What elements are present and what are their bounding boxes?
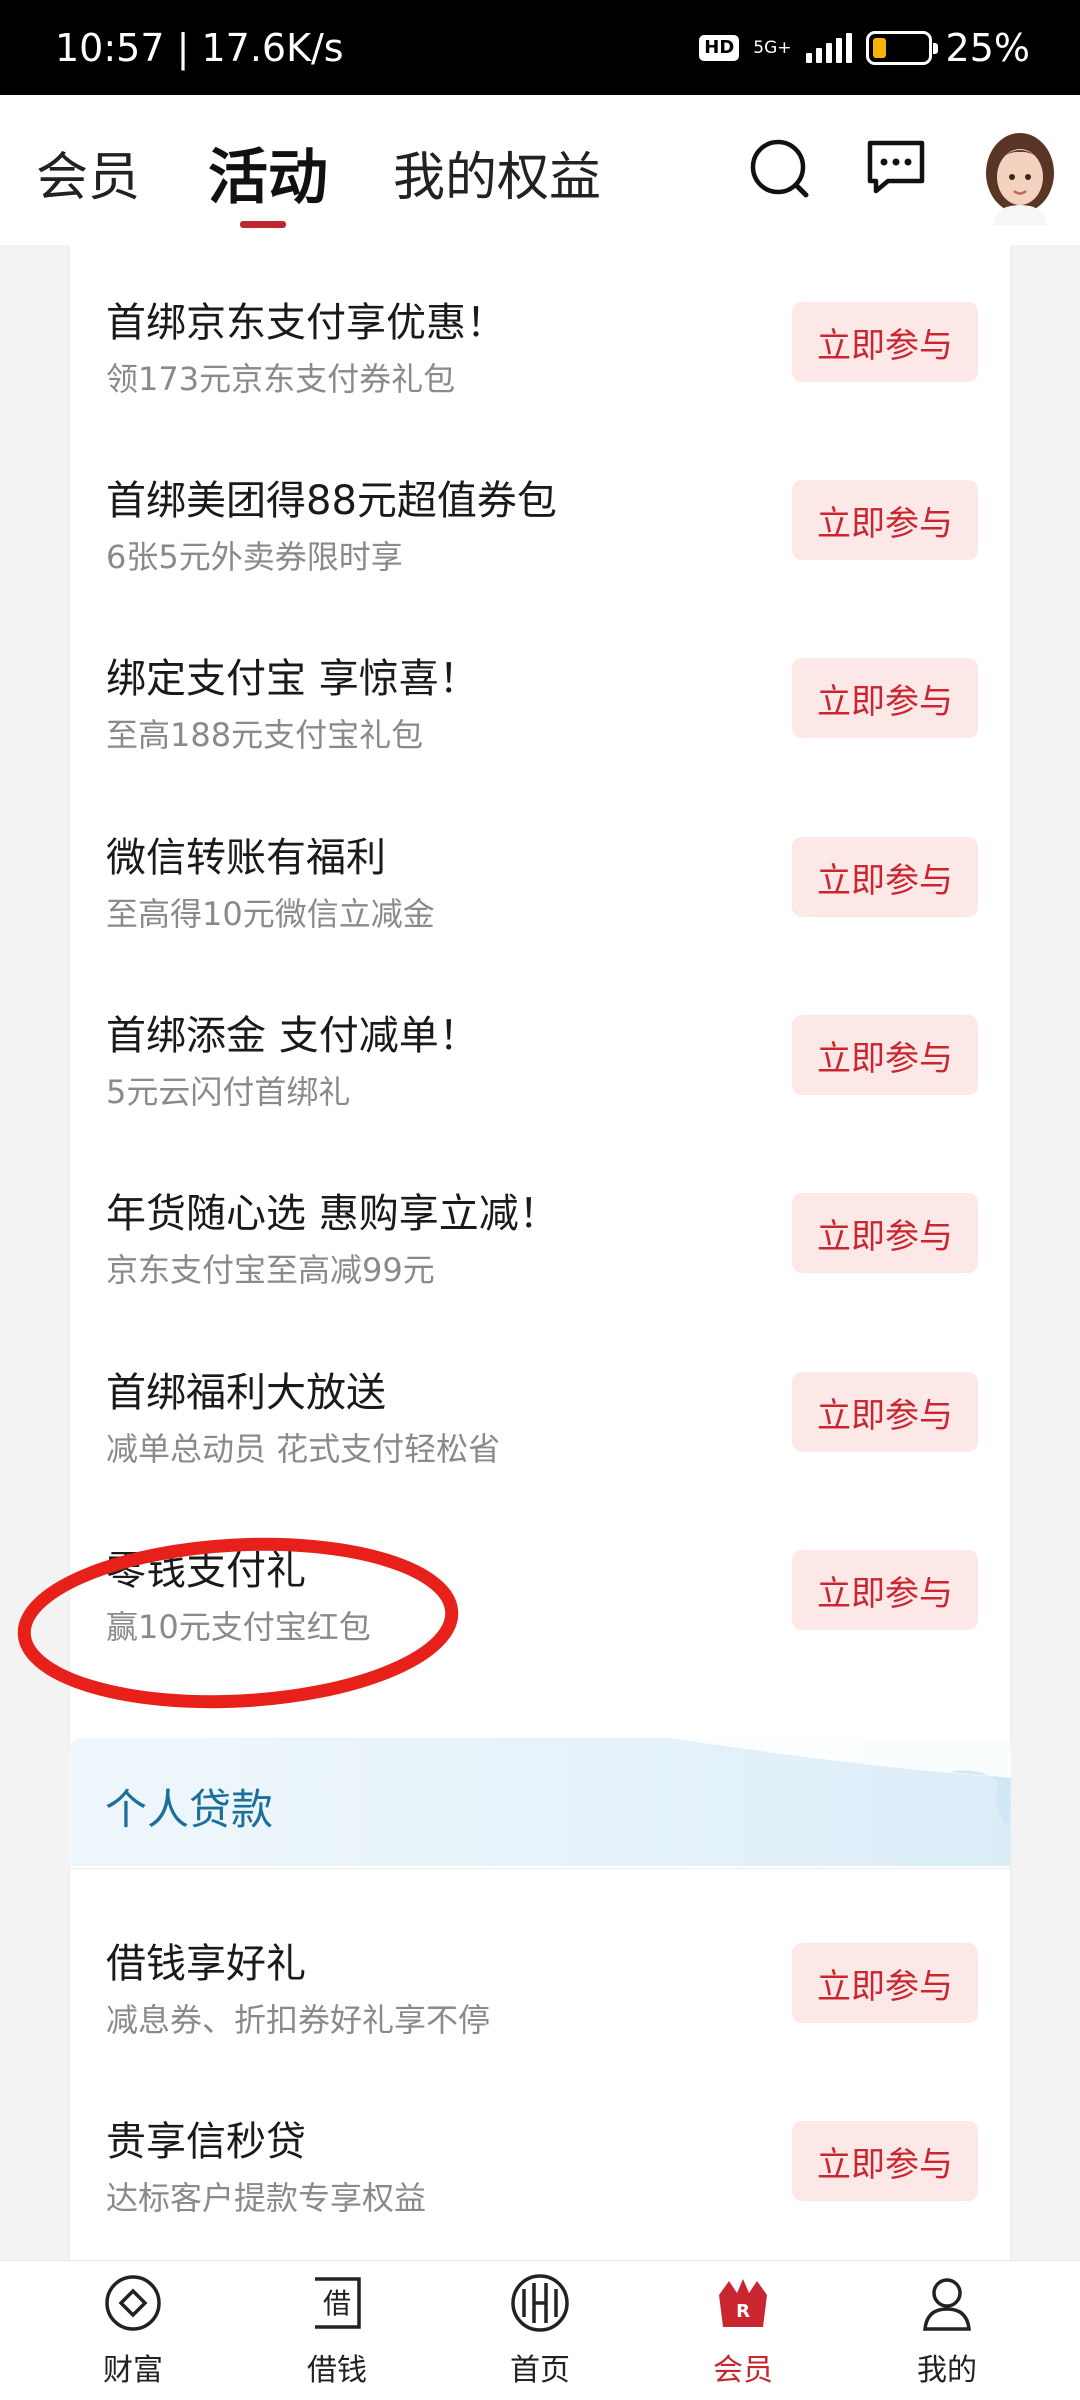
join-button[interactable]: 立即参与	[792, 1372, 978, 1452]
item-subtitle: 减单总动员 花式支付轻松省	[106, 1430, 501, 1468]
nav-item-borrow[interactable]: 借 借钱	[267, 2261, 407, 2400]
item-title: 零钱支付礼	[106, 1548, 306, 1594]
nav-item-wealth[interactable]: 财富	[63, 2261, 203, 2400]
nav-item-member[interactable]: R 会员	[673, 2261, 813, 2400]
list-item[interactable]: 首绑福利大放送 减单总动员 花式支付轻松省 立即参与	[70, 1318, 1010, 1496]
nav-item-profile[interactable]: 我的	[877, 2261, 1017, 2400]
list-item[interactable]: 绑定支付宝 享惊喜！ 至高188元支付宝礼包 立即参与	[70, 604, 1010, 782]
tab-my-rights[interactable]: 我的权益	[393, 135, 601, 210]
activity-list-area[interactable]: 首绑京东支付享优惠！ 领173元京东支付券礼包 立即参与 首绑美团得88元超值券…	[0, 245, 1080, 2260]
item-title: 贵享信秒贷	[106, 2119, 306, 2165]
item-title: 绑定支付宝 享惊喜！	[106, 656, 479, 702]
join-button[interactable]: 立即参与	[792, 2121, 978, 2201]
active-tab-indicator	[240, 221, 286, 228]
list-item[interactable]: 借钱享好礼 减息券、折扣券好礼享不停 立即参与	[70, 1889, 1010, 2067]
avatar[interactable]	[975, 125, 1065, 225]
list-item[interactable]: 首绑京东支付享优惠！ 领173元京东支付券礼包 立即参与	[70, 248, 1010, 426]
network-type: 5G+	[753, 37, 792, 58]
battery-percent: 25%	[945, 25, 1030, 70]
nav-label: 我的	[917, 2353, 977, 2388]
loan-card: 借钱享好礼 减息券、折扣券好礼享不停 立即参与 贵享信秒贷 达标客户提款专享权益…	[69, 1868, 1011, 2260]
list-item[interactable]: 首绑添金 支付减单！ 5元云闪付首绑礼 立即参与	[70, 961, 1010, 1139]
battery-icon	[865, 30, 938, 65]
nav-label: 借钱	[307, 2353, 367, 2388]
hd-badge: HD	[699, 34, 740, 61]
bottom-nav: 财富 借 借钱 首页 R 会员 我的	[0, 2260, 1080, 2400]
join-button[interactable]: 立即参与	[792, 1550, 978, 1630]
item-subtitle: 领173元京东支付券礼包	[106, 360, 456, 398]
item-subtitle: 6张5元外卖券限时享	[106, 538, 403, 576]
item-subtitle: 至高得10元微信立减金	[106, 895, 435, 933]
item-title: 首绑福利大放送	[106, 1370, 386, 1416]
signal-icon	[805, 32, 852, 63]
join-button[interactable]: 立即参与	[792, 1193, 978, 1273]
nav-item-home[interactable]: 首页	[470, 2261, 610, 2400]
svg-text:借: 借	[323, 2287, 351, 2320]
status-icons: HD 5G+ 25%	[699, 26, 1030, 70]
item-title: 年货随心选 惠购享立减！	[106, 1191, 559, 1237]
item-subtitle: 至高188元支付宝礼包	[106, 716, 424, 754]
list-item[interactable]: 零钱支付礼 赢10元支付宝红包 立即参与	[70, 1496, 1010, 1674]
nav-label: 首页	[510, 2353, 570, 2388]
profile-icon	[923, 2278, 971, 2331]
item-title: 首绑添金 支付减单！	[106, 1013, 479, 1059]
tab-activity[interactable]: 活动	[208, 129, 328, 216]
item-title: 首绑京东支付享优惠！	[106, 300, 506, 346]
item-subtitle: 减息券、折扣券好礼享不停	[106, 2001, 491, 2039]
loan-section-header: 个人贷款	[69, 1738, 1011, 1866]
status-bar: 10:57 | 17.6K/s HD 5G+ 25%	[0, 0, 1080, 95]
join-button[interactable]: 立即参与	[792, 1015, 978, 1095]
join-button[interactable]: 立即参与	[792, 837, 978, 917]
tab-member[interactable]: 会员	[36, 135, 140, 210]
list-item[interactable]: 微信转账有福利 至高得10元微信立减金 立即参与	[70, 783, 1010, 961]
top-header: 会员 活动 我的权益	[0, 95, 1080, 245]
item-subtitle: 赢10元支付宝红包	[106, 1608, 371, 1646]
search-icon[interactable]	[748, 137, 812, 201]
list-item[interactable]: 首绑美团得88元超值券包 6张5元外卖券限时享 立即参与	[70, 426, 1010, 604]
item-subtitle: 5元云闪付首绑礼	[106, 1073, 351, 1111]
status-time: 10:57 | 17.6K/s	[55, 25, 344, 70]
item-subtitle: 达标客户提款专享权益	[106, 2179, 427, 2217]
borrow-icon: 借	[315, 2277, 361, 2329]
join-button[interactable]: 立即参与	[792, 480, 978, 560]
item-title: 借钱享好礼	[106, 1941, 306, 1987]
nav-label: 财富	[103, 2353, 163, 2388]
item-title: 微信转账有福利	[106, 835, 386, 881]
battery-level	[872, 37, 886, 58]
wealth-icon	[105, 2275, 161, 2331]
join-button[interactable]: 立即参与	[792, 658, 978, 738]
home-icon	[511, 2274, 569, 2332]
list-item[interactable]: 贵享信秒贷 达标客户提款专享权益 立即参与	[70, 2067, 1010, 2245]
message-icon[interactable]	[864, 137, 928, 197]
item-subtitle: 京东支付宝至高减99元	[106, 1251, 435, 1289]
join-button[interactable]: 立即参与	[792, 1943, 978, 2023]
activity-card: 首绑京东支付享优惠！ 领173元京东支付券礼包 立即参与 首绑美团得88元超值券…	[69, 245, 1011, 1949]
item-title: 首绑美团得88元超值券包	[106, 478, 557, 524]
list-item[interactable]: 年货随心选 惠购享立减！ 京东支付宝至高减99元 立即参与	[70, 1139, 1010, 1317]
loan-section-title: 个人贷款	[105, 1785, 274, 1834]
member-icon: R	[719, 2279, 767, 2327]
join-button[interactable]: 立即参与	[792, 302, 978, 382]
nav-label: 会员	[713, 2353, 773, 2388]
svg-text:R: R	[736, 2301, 750, 2322]
